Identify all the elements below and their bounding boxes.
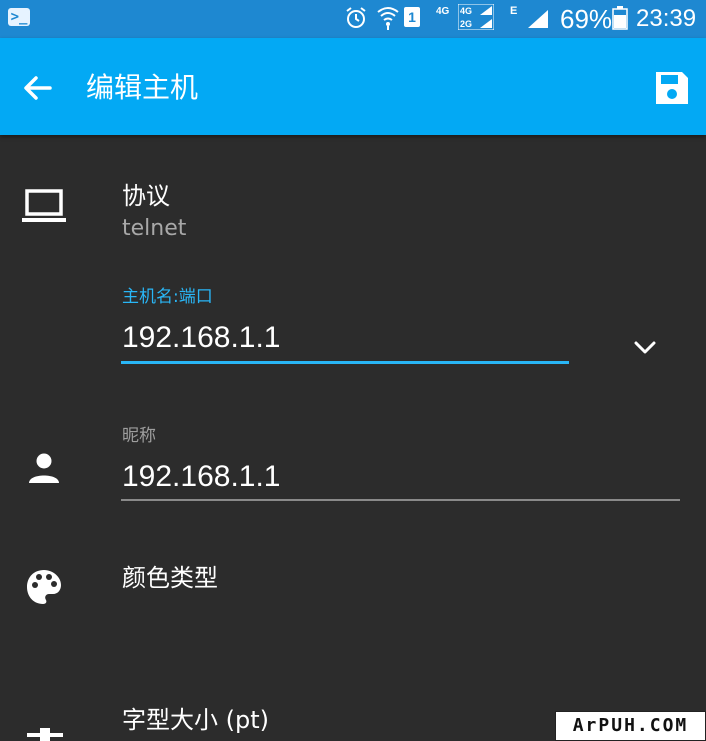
cell-signal-icon: [528, 10, 548, 28]
svg-text:4G: 4G: [460, 6, 472, 16]
network-4g-label: 4G: [436, 6, 450, 17]
nickname-input-underline: [121, 499, 680, 501]
save-icon[interactable]: [650, 66, 694, 110]
protocol-label[interactable]: 协议: [122, 176, 170, 211]
status-bar: >_ 1 4G 4G 2G E 69% 23:39: [0, 0, 706, 38]
nickname-field-label: 昵称: [122, 426, 156, 446]
network-e-label: E: [510, 5, 518, 17]
svg-text:2G: 2G: [460, 19, 472, 29]
nickname-input[interactable]: [122, 457, 672, 497]
host-field-label: 主机名:端口: [122, 287, 213, 307]
palette-icon: [27, 570, 61, 604]
laptop-icon: [22, 189, 66, 222]
chevron-down-icon[interactable]: [632, 338, 658, 358]
host-input[interactable]: [122, 318, 562, 358]
protocol-value[interactable]: telnet: [122, 216, 186, 241]
host-input-underline: [121, 361, 569, 364]
battery-icon: [612, 6, 628, 30]
watermark: ArPUH.COM: [555, 711, 706, 741]
terminal-icon: >_: [8, 8, 30, 26]
person-icon: [29, 453, 59, 483]
back-arrow-icon[interactable]: [18, 68, 58, 108]
dual-signal-icon: 4G 2G: [458, 4, 494, 30]
alarm-icon: [346, 7, 366, 28]
sim-slot-icon: 1: [404, 7, 420, 27]
font-size-label[interactable]: 字型大小 (pt): [122, 700, 269, 735]
app-bar: 编辑主机: [0, 38, 706, 135]
page-title: 编辑主机: [86, 71, 199, 104]
color-type-label[interactable]: 颜色类型: [122, 558, 218, 593]
text-size-icon: [27, 728, 63, 741]
wifi-calling-icon: [377, 7, 399, 30]
battery-percent: 69%: [560, 4, 613, 34]
watermark-text: ArPUH.COM: [572, 715, 689, 736]
clock: 23:39: [636, 5, 697, 32]
